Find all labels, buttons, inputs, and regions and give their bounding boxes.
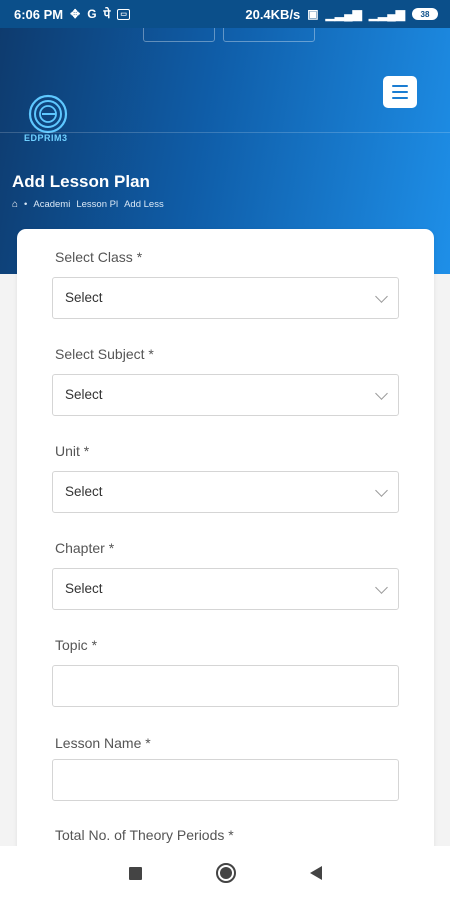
menu-icon-bar bbox=[392, 97, 408, 99]
android-nav-bar bbox=[0, 846, 450, 900]
menu-icon-bar bbox=[392, 91, 408, 93]
chevron-down-icon bbox=[375, 484, 388, 497]
top-tabs bbox=[143, 28, 315, 42]
select-subject-label: Select Subject * bbox=[55, 346, 154, 362]
home-icon[interactable]: ⌂ bbox=[12, 199, 18, 210]
chapter-value: Select bbox=[65, 581, 103, 596]
app-icon: ▭ bbox=[117, 8, 130, 20]
signal-icon-2: ▁▂▄▆ bbox=[368, 7, 405, 21]
lesson-name-label: Lesson Name * bbox=[55, 735, 151, 751]
select-class-label: Select Class * bbox=[55, 249, 143, 265]
chevron-down-icon bbox=[375, 290, 388, 303]
topic-input[interactable] bbox=[52, 665, 399, 707]
recent-apps-button[interactable] bbox=[128, 866, 142, 880]
breadcrumb-separator: • bbox=[24, 199, 28, 210]
breadcrumb-item-academic[interactable]: Academi bbox=[33, 199, 70, 210]
chevron-down-icon bbox=[375, 387, 388, 400]
select-class-value: Select bbox=[65, 290, 103, 305]
signal-icon-1: ▁▂▄▆ bbox=[325, 7, 362, 21]
battery-icon: 38 bbox=[412, 8, 438, 20]
hamburger-menu-button[interactable] bbox=[383, 76, 417, 108]
g-icon: G bbox=[87, 7, 97, 21]
top-tab-1[interactable] bbox=[143, 28, 215, 42]
top-tab-2[interactable] bbox=[223, 28, 315, 42]
home-button-dot bbox=[219, 867, 232, 879]
select-class-dropdown[interactable]: Select bbox=[52, 277, 399, 319]
theory-periods-label: Total No. of Theory Periods * bbox=[55, 827, 234, 843]
status-time: 6:06 PM bbox=[14, 6, 64, 22]
pe-icon: पे bbox=[103, 7, 111, 21]
status-bar: 6:06 PM ✥ G पे ▭ 20.4KB/s ▣ ▁▂▄▆ ▁▂▄▆ 38 bbox=[0, 0, 450, 28]
home-button[interactable] bbox=[215, 863, 236, 883]
select-subject-value: Select bbox=[65, 387, 103, 402]
topic-label: Topic * bbox=[55, 637, 98, 653]
unit-label: Unit * bbox=[55, 443, 90, 459]
back-button[interactable] bbox=[309, 866, 322, 880]
select-subject-dropdown[interactable]: Select bbox=[52, 374, 399, 416]
menu-icon bbox=[392, 85, 408, 87]
page-title: Add Lesson Plan bbox=[12, 172, 150, 191]
breadcrumb-item-lesson-plan[interactable]: Lesson Pl bbox=[76, 199, 118, 210]
unit-dropdown[interactable]: Select bbox=[52, 471, 399, 513]
breadcrumb-item-add-lesson: Add Less bbox=[124, 199, 164, 210]
chevron-down-icon bbox=[375, 581, 388, 594]
lesson-plan-form: Select Class * Select Select Subject * S… bbox=[17, 229, 434, 869]
lesson-name-input[interactable] bbox=[52, 759, 399, 801]
logo-text: EDPRIM3 bbox=[24, 133, 68, 143]
header-divider bbox=[0, 132, 450, 133]
unit-value: Select bbox=[65, 484, 103, 499]
network-speed: 20.4KB/s bbox=[245, 6, 301, 22]
chapter-label: Chapter * bbox=[55, 540, 115, 556]
chapter-dropdown[interactable]: Select bbox=[52, 568, 399, 610]
grid-icon: ✥ bbox=[70, 7, 81, 21]
volte-icon: ▣ bbox=[307, 7, 319, 21]
breadcrumb: ⌂ • Academi Lesson Pl Add Less bbox=[12, 199, 164, 210]
